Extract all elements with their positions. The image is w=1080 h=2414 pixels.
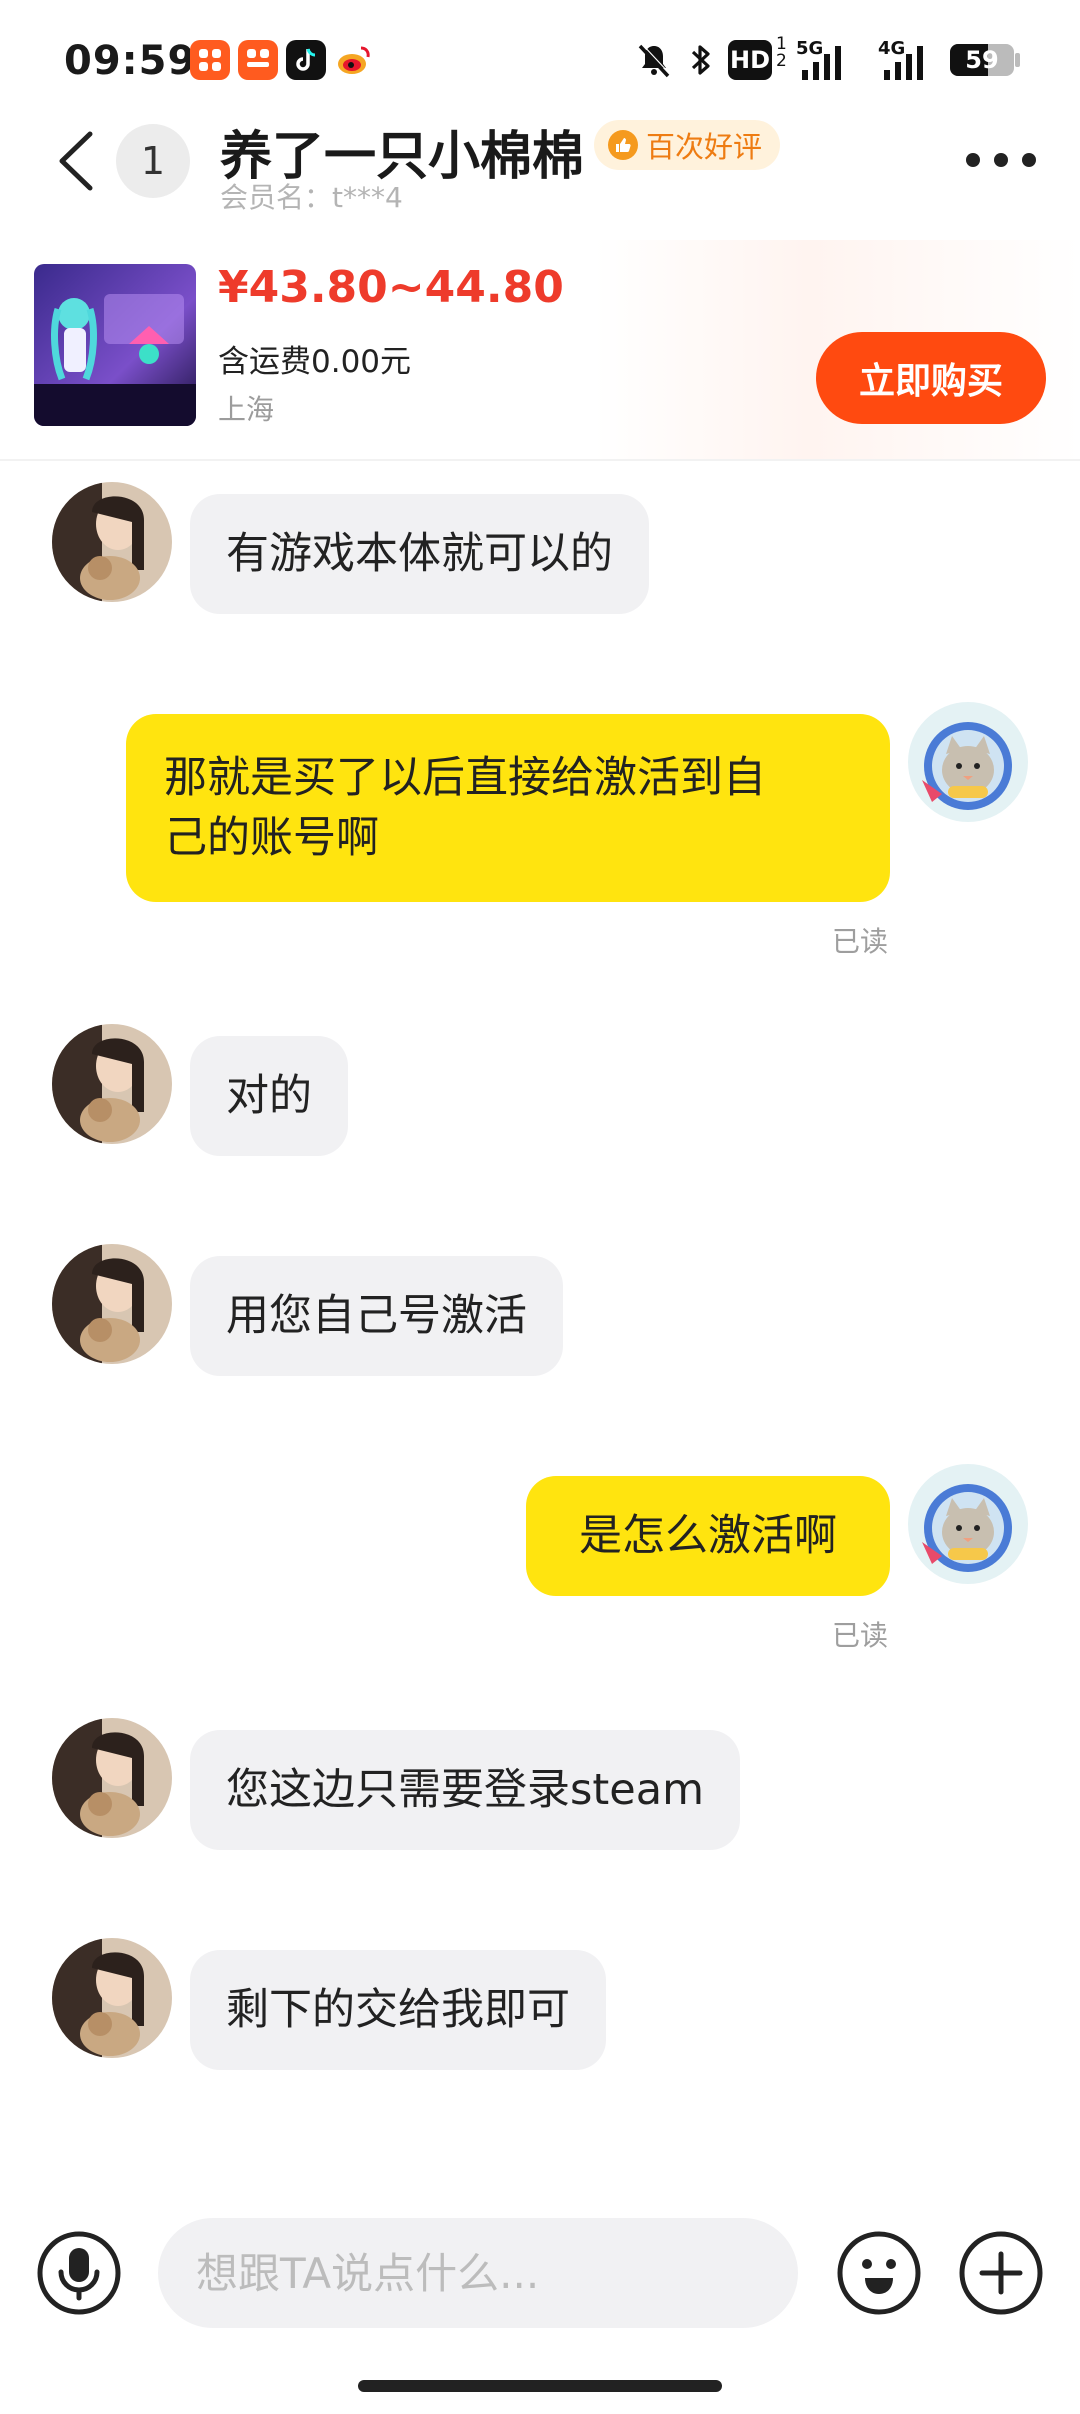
signal-5g-icon [802,46,841,80]
header-divider [0,459,1080,461]
emoji-icon[interactable] [836,2230,922,2316]
mute-icon [638,43,671,78]
message-line: 己的账号啊 [164,813,379,863]
sim-index: 12 [776,34,787,71]
signal-4g-icon [884,46,923,80]
back-icon[interactable] [52,128,98,194]
status-bar: 09:59 HD 12 5G 4G 59 [0,0,1080,130]
product-card[interactable]: ¥43.80~44.80 含运费0.00元 上海 立即购买 [0,240,1080,460]
seller-avatar[interactable] [52,1718,172,1838]
unread-count-badge[interactable]: 1 [116,124,190,198]
app-notification-icon [238,40,278,80]
buy-now-button[interactable]: 立即购买 [816,332,1046,424]
message-bubble-outgoing[interactable]: 是怎么激活啊 [526,1476,890,1596]
more-options-icon[interactable] [966,148,1036,172]
rating-badge: 百次好评 [594,120,781,170]
seller-avatar[interactable] [52,1938,172,2058]
message-line: 那就是买了以后直接给激活到自 [164,753,766,803]
seller-avatar[interactable] [52,482,172,602]
message-input[interactable] [158,2218,798,2328]
tiktok-icon [286,40,326,80]
user-avatar[interactable] [908,1464,1028,1584]
bluetooth-icon [691,45,710,75]
member-name: 会员名：t***4 [220,181,403,214]
battery-tip [1015,53,1020,67]
message-bubble-incoming[interactable]: 剩下的交给我即可 [190,1950,606,2070]
battery-icon: 59 [950,44,1014,76]
home-indicator[interactable] [358,2380,722,2392]
hd-voice-badge: HD [728,40,772,80]
message-bubble-incoming[interactable]: 对的 [190,1036,348,1156]
product-location: 上海 [218,393,275,426]
voice-input-icon[interactable] [36,2230,122,2316]
message-bubble-incoming[interactable]: 有游戏本体就可以的 [190,494,649,614]
more-actions-plus-icon[interactable] [958,2230,1044,2316]
seller-avatar[interactable] [52,1244,172,1364]
thumbs-up-icon [608,130,638,160]
read-receipt: 已读 [832,1619,889,1652]
shipping-fee: 含运费0.00元 [218,344,412,380]
read-receipt: 已读 [832,925,889,958]
weibo-icon [334,40,374,80]
app-notification-icon [190,40,230,80]
status-time: 09:59 [64,38,197,84]
product-image[interactable] [34,264,196,426]
battery-level: 59 [965,46,999,74]
user-avatar[interactable] [908,702,1028,822]
message-bubble-incoming[interactable]: 您这边只需要登录steam [190,1730,740,1850]
message-bubble-outgoing[interactable]: 那就是买了以后直接给激活到自 己的账号啊 [126,714,890,902]
product-price: ¥43.80~44.80 [218,262,564,313]
seller-avatar[interactable] [52,1024,172,1144]
message-bubble-incoming[interactable]: 用您自己号激活 [190,1256,563,1376]
rating-label: 百次好评 [646,130,763,164]
